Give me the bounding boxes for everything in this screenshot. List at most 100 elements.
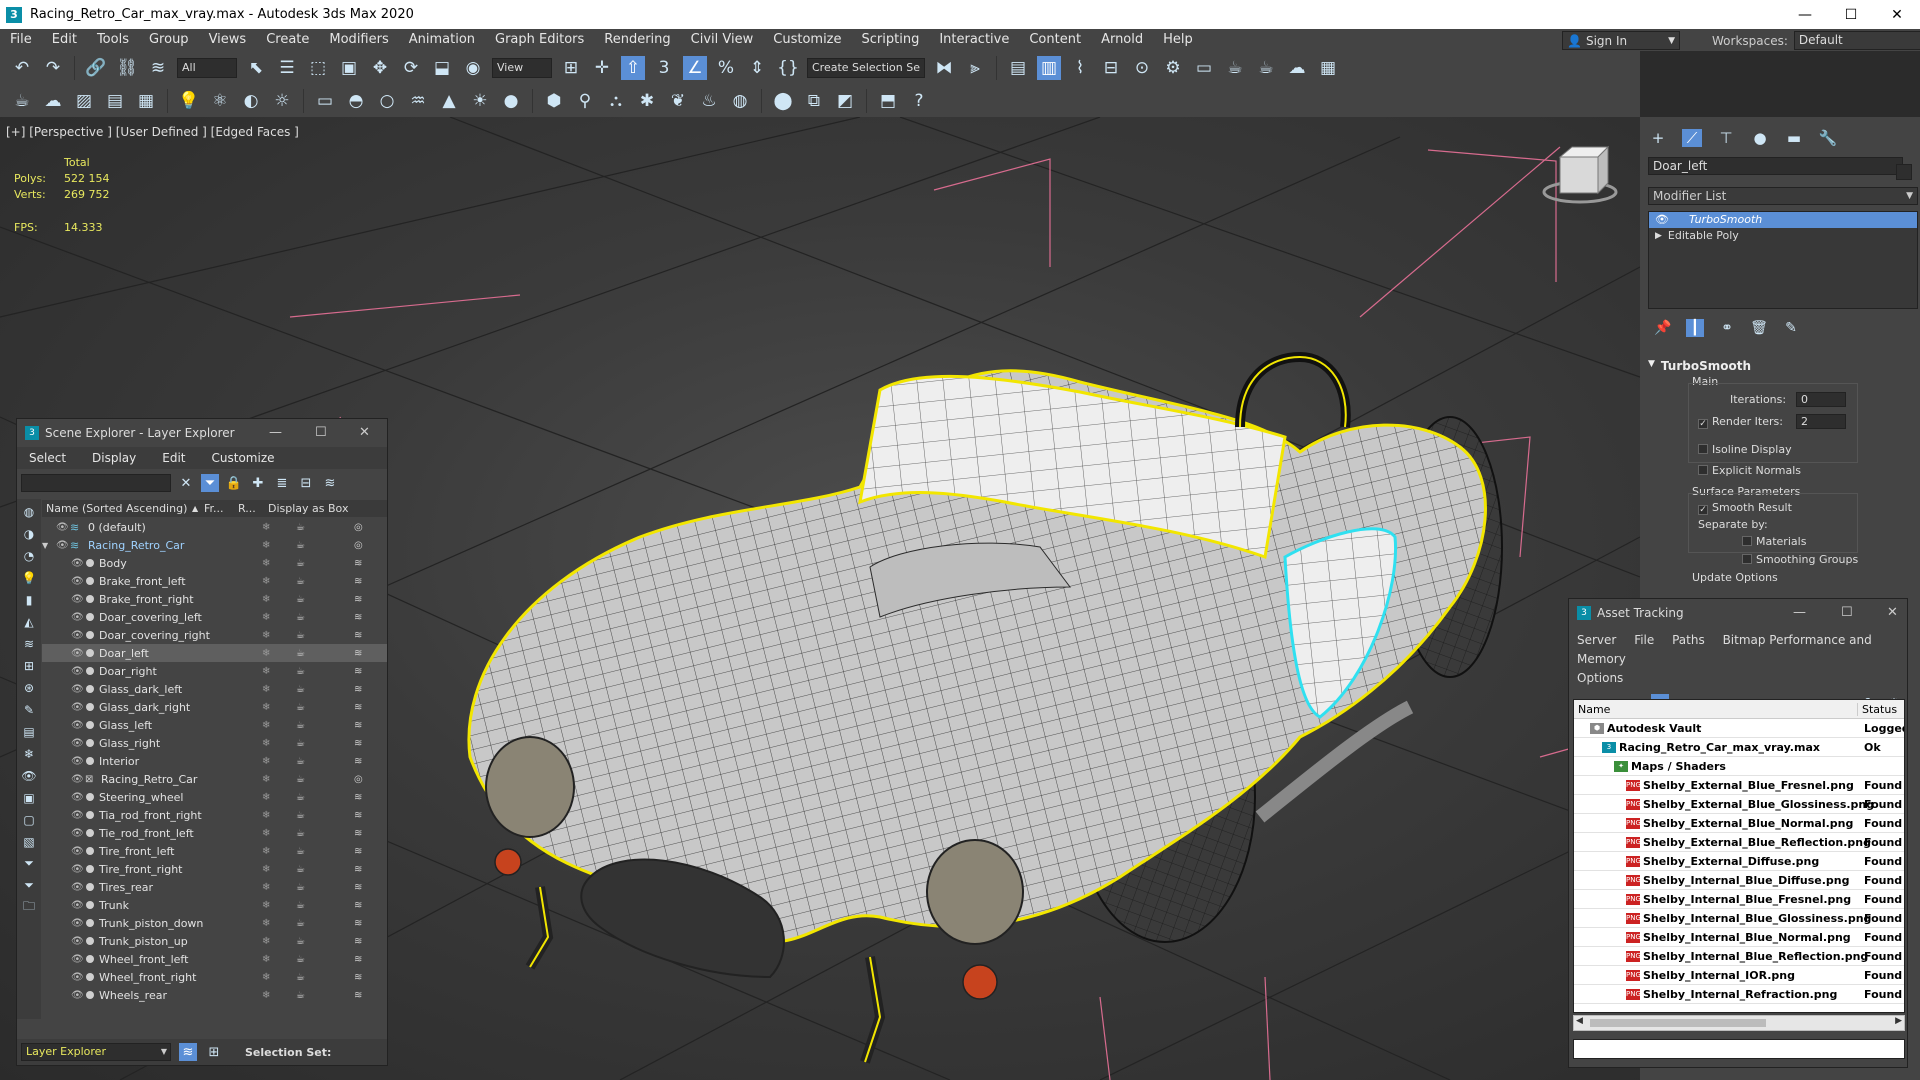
- vray-scatter-icon[interactable]: ❦: [666, 89, 690, 113]
- eye-icon[interactable]: 👁: [71, 738, 84, 749]
- display-tab-icon[interactable]: ▬: [1784, 129, 1804, 147]
- eye-icon[interactable]: 👁: [71, 828, 84, 839]
- checkbox[interactable]: [1742, 536, 1752, 546]
- renderable-icon[interactable]: ☕: [296, 576, 305, 587]
- renderable-icon[interactable]: ☕: [296, 846, 305, 857]
- edit-named-selection-icon[interactable]: {}: [776, 56, 800, 80]
- table-row[interactable]: 👁 Glass_left ❄ ☕ ≋: [42, 716, 387, 734]
- table-row[interactable]: PNG Shelby_Internal_Blue_Fresnel.png Found: [1574, 890, 1904, 909]
- table-row[interactable]: 👁 Trunk_piston_down ❄ ☕ ≋: [42, 914, 387, 932]
- renderable-icon[interactable]: ☕: [296, 900, 305, 911]
- display-cameras-icon[interactable]: ▮: [21, 591, 37, 608]
- table-row[interactable]: ⬢Autodesk Vault Logged: [1574, 719, 1904, 738]
- display-as-box-icon[interactable]: ≋: [354, 846, 362, 857]
- eye-icon[interactable]: 👁: [1655, 212, 1669, 228]
- menu-graph-editors[interactable]: Graph Editors: [485, 29, 594, 51]
- frozen-icon[interactable]: ❄: [262, 990, 270, 1001]
- eye-icon[interactable]: 👁: [71, 900, 84, 911]
- table-row[interactable]: PNG Shelby_Internal_Blue_Diffuse.png Found: [1574, 871, 1904, 890]
- vray-sun-icon[interactable]: ☼: [270, 89, 294, 113]
- selection-filter-dropdown[interactable]: All: [177, 57, 237, 78]
- eye-icon[interactable]: 👁: [71, 648, 84, 659]
- vray-frame-buffer-icon[interactable]: ▨: [72, 89, 96, 113]
- menu-select[interactable]: Select: [17, 451, 80, 465]
- renderable-icon[interactable]: ☕: [296, 936, 305, 947]
- vray-capsule-icon[interactable]: ⚲: [573, 89, 597, 113]
- table-row[interactable]: 👁 Doar_covering_left ❄ ☕ ≋: [42, 608, 387, 626]
- menu-server[interactable]: Server: [1577, 633, 1616, 647]
- table-row[interactable]: 👁 Brake_front_left ❄ ☕ ≋: [42, 572, 387, 590]
- table-row[interactable]: 👁 Trunk ❄ ☕ ≋: [42, 896, 387, 914]
- frozen-icon[interactable]: ❄: [262, 648, 270, 659]
- column-frozen[interactable]: Fr...: [200, 502, 234, 515]
- renderable-icon[interactable]: ☕: [296, 810, 305, 821]
- viewcube-icon[interactable]: [1542, 145, 1618, 204]
- eye-icon[interactable]: 👁: [71, 846, 84, 857]
- eye-icon[interactable]: 👁: [71, 684, 84, 695]
- eye-icon[interactable]: 👁: [56, 522, 69, 533]
- menu-civil-view[interactable]: Civil View: [681, 29, 764, 51]
- display-geometry-icon[interactable]: ◑: [21, 525, 37, 542]
- column-name[interactable]: Name (Sorted Ascending): [42, 502, 192, 515]
- frozen-icon[interactable]: ❄: [262, 846, 270, 857]
- column-display-as-box[interactable]: Display as Box: [264, 502, 348, 515]
- table-row[interactable]: 👁 Tia_rod_front_right ❄ ☕ ≋: [42, 806, 387, 824]
- eye-icon[interactable]: 👁: [71, 954, 84, 965]
- explorer-type-dropdown[interactable]: Layer Explorer ▼: [21, 1043, 171, 1061]
- frozen-icon[interactable]: ❄: [262, 936, 270, 947]
- render-iters-option[interactable]: ✓ Render Iters:: [1698, 415, 1783, 429]
- horizontal-scrollbar[interactable]: ◀ ▶: [1573, 1015, 1905, 1031]
- schematic-view-icon[interactable]: ⊟: [1099, 56, 1123, 80]
- table-row[interactable]: PNG Shelby_External_Blue_Reflection.png Fo…: [1574, 833, 1904, 852]
- column-render[interactable]: R...: [234, 502, 264, 515]
- vray-teapot-icon[interactable]: ☕: [10, 89, 34, 113]
- scene-explorer-titlebar[interactable]: 3 Scene Explorer - Layer Explorer — ☐ ✕: [17, 419, 387, 447]
- bind-spacewarp-icon[interactable]: ≋: [146, 56, 170, 80]
- table-row[interactable]: 👁 Doar_covering_right ❄ ☕ ≋: [42, 626, 387, 644]
- invert-selection-icon[interactable]: ▧: [21, 833, 37, 850]
- vray-clipper-icon[interactable]: ⛬: [604, 89, 628, 113]
- explicit-normals-option[interactable]: Explicit Normals: [1698, 464, 1801, 477]
- search-input[interactable]: [21, 474, 171, 492]
- menu-content[interactable]: Content: [1019, 29, 1091, 51]
- link-icon[interactable]: 🔗: [84, 56, 108, 80]
- menu-animation[interactable]: Animation: [399, 29, 485, 51]
- frozen-icon[interactable]: ❄: [262, 864, 270, 875]
- curve-editor-icon[interactable]: ⌇: [1068, 56, 1092, 80]
- angle-snap-icon[interactable]: ∠: [683, 55, 707, 80]
- frozen-icon[interactable]: ❄: [262, 720, 270, 731]
- menu-customize[interactable]: Customize: [763, 29, 851, 51]
- pivot-icon[interactable]: ⊞: [559, 56, 583, 80]
- display-as-box-icon[interactable]: ≋: [354, 954, 362, 965]
- minimize-icon[interactable]: —: [269, 425, 282, 440]
- vray-mesh-icon[interactable]: ⬢: [542, 89, 566, 113]
- menu-bitmap-performance[interactable]: Bitmap Performance and Memory: [1577, 633, 1872, 666]
- renderable-icon[interactable]: ☕: [296, 648, 305, 659]
- frozen-icon[interactable]: ❄: [262, 612, 270, 623]
- eye-icon[interactable]: 👁: [71, 702, 84, 713]
- stack-item-editable-poly[interactable]: ▶ Editable Poly: [1649, 228, 1917, 244]
- expand-icon[interactable]: ▶: [1655, 228, 1662, 244]
- table-row[interactable]: PNG Shelby_Internal_IOR.png Found: [1574, 966, 1904, 985]
- vray-plane-icon[interactable]: ▭: [313, 89, 337, 113]
- table-row[interactable]: 👁 Steering_wheel ❄ ☕ ≋: [42, 788, 387, 806]
- menu-arnold[interactable]: Arnold: [1091, 29, 1153, 51]
- frozen-icon[interactable]: ❄: [262, 666, 270, 677]
- renderable-icon[interactable]: ☕: [296, 882, 305, 893]
- spinner-snap-icon[interactable]: ⇕: [745, 56, 769, 80]
- place-icon[interactable]: ◉: [461, 56, 485, 80]
- eye-icon[interactable]: 👁: [71, 774, 84, 785]
- clear-search-icon[interactable]: ✕: [177, 474, 195, 492]
- pin-stack-icon[interactable]: 📌: [1654, 319, 1672, 337]
- select-object-icon[interactable]: ⬉: [244, 56, 268, 80]
- show-end-result-icon[interactable]: ┃: [1686, 319, 1704, 337]
- display-frozen-icon[interactable]: ❄: [21, 745, 37, 762]
- object-name-field[interactable]: Doar_left: [1648, 157, 1903, 175]
- eye-icon[interactable]: 👁: [56, 540, 69, 551]
- rect-selection-icon[interactable]: ⬚: [306, 56, 330, 80]
- eye-icon[interactable]: 👁: [71, 936, 84, 947]
- vray-sky-icon[interactable]: ●: [499, 89, 523, 113]
- eye-icon[interactable]: 👁: [71, 576, 84, 587]
- maximize-icon[interactable]: ☐: [1828, 0, 1874, 29]
- display-as-box-icon[interactable]: ≋: [354, 918, 362, 929]
